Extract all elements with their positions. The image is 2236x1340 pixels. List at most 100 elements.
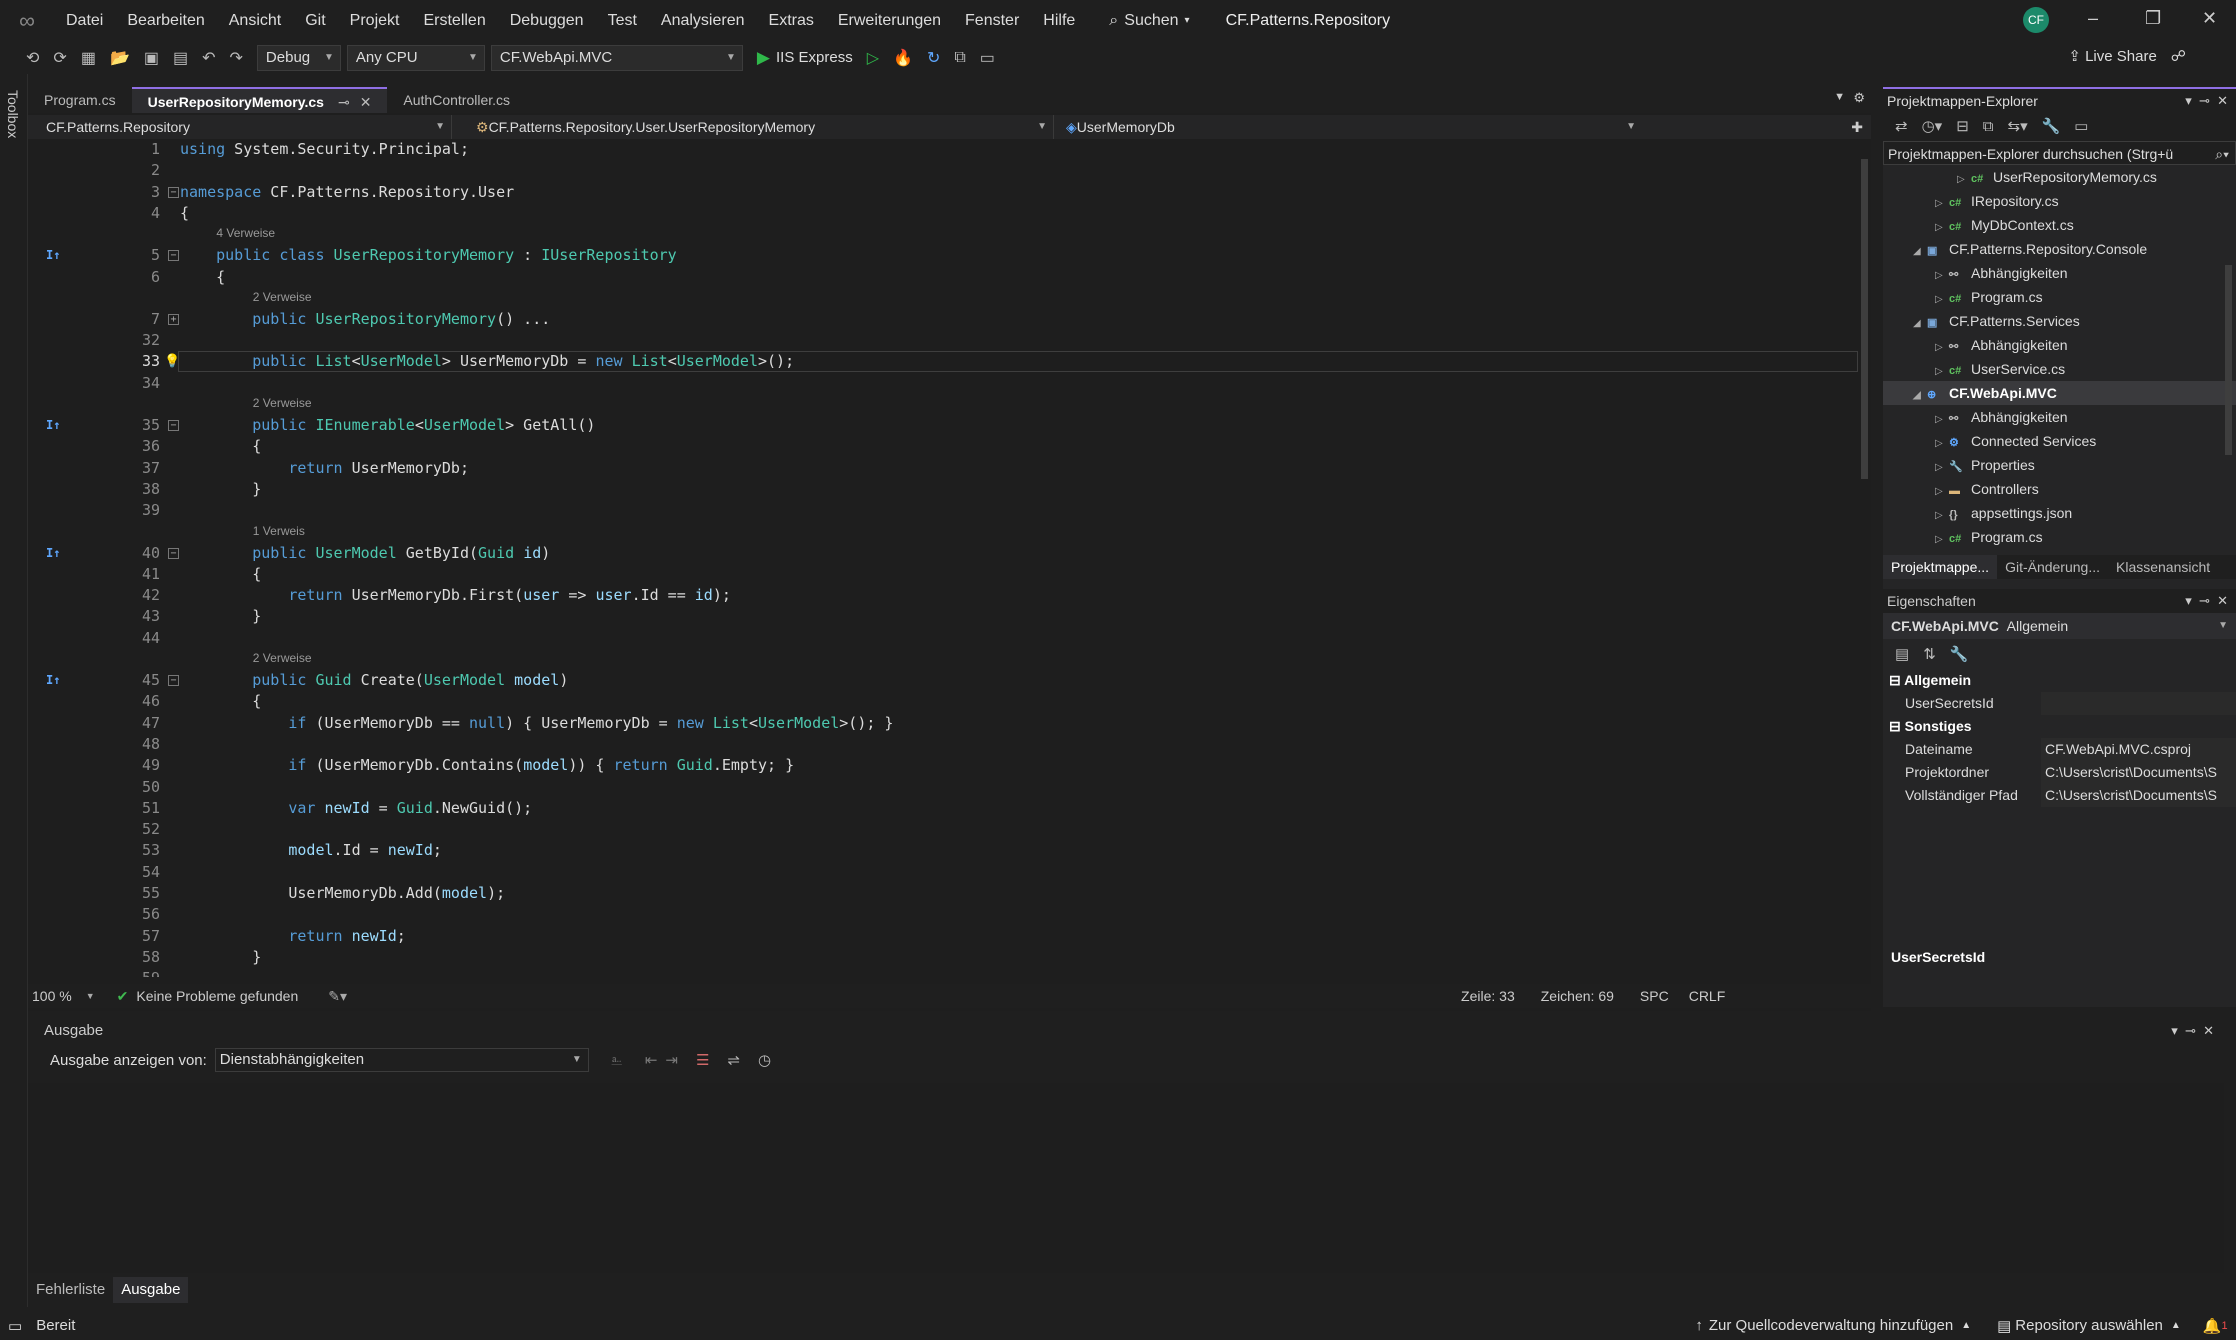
configuration-select[interactable]: Debug ▼ bbox=[256, 44, 341, 71]
code-line[interactable]: 54 bbox=[28, 862, 1858, 883]
clock-icon[interactable]: ◷ bbox=[758, 1051, 771, 1069]
clear-all-icon[interactable]: ☰ bbox=[696, 1051, 709, 1069]
fold-toggle-icon[interactable]: − bbox=[168, 547, 179, 559]
split-icon[interactable]: ✚ bbox=[1851, 119, 1863, 136]
notification-bell-icon[interactable]: 🔔 bbox=[2203, 1317, 2222, 1335]
fold-toggle-icon[interactable]: − bbox=[168, 675, 179, 686]
project-dropdown[interactable]: CF.Patterns.Repository ▼ bbox=[28, 115, 452, 139]
code-line[interactable]: 56 bbox=[28, 904, 1858, 925]
fold-toggle-icon[interactable]: − bbox=[168, 250, 179, 262]
code-line[interactable]: 51 var newId = Guid.NewGuid(); bbox=[28, 798, 1858, 819]
code-line[interactable]: 53 model.Id = newId; bbox=[28, 840, 1858, 861]
save-icon[interactable]: ▣ bbox=[144, 48, 159, 68]
sync-icon[interactable]: ⇆▾ bbox=[2008, 117, 2028, 135]
zoom-level[interactable]: 100 % bbox=[32, 988, 72, 1004]
code-line[interactable]: 58 } bbox=[28, 947, 1858, 968]
code-line[interactable]: 4{ bbox=[28, 203, 1858, 224]
collapse-all-icon[interactable]: ⊟ bbox=[1956, 117, 1969, 135]
back-icon[interactable]: ⟲ bbox=[26, 48, 39, 68]
tree-item[interactable]: ▷ c# Program.cs bbox=[1883, 285, 2236, 309]
property-row[interactable]: Dateiname CF.WebApi.MVC.csproj bbox=[1883, 738, 2236, 761]
menu-test[interactable]: Test bbox=[596, 0, 649, 41]
reference-count[interactable]: 2 Verweise bbox=[253, 651, 312, 665]
chevron-down-icon[interactable]: ▼ bbox=[86, 991, 95, 1001]
code-line[interactable]: 1 using System.Security.Principal; bbox=[28, 139, 1858, 160]
tree-item[interactable]: ◢ ▣ CF.Patterns.Services bbox=[1883, 309, 2236, 333]
code-line[interactable]: 34 bbox=[28, 373, 1858, 394]
code-line[interactable]: 32 bbox=[28, 330, 1858, 351]
code-line[interactable]: 43 } bbox=[28, 606, 1858, 627]
code-line[interactable]: 39 bbox=[28, 500, 1858, 521]
code-line[interactable]: 49 if (UserMemoryDb.Contains(model)) { r… bbox=[28, 755, 1858, 776]
tab-projektmappe[interactable]: Projektmappe... bbox=[1883, 555, 1998, 579]
pin-icon[interactable]: ⊸ bbox=[338, 94, 350, 110]
startup-project-select[interactable]: CF.WebApi.MVC ▼ bbox=[490, 44, 743, 71]
restore-icon[interactable]: ❐ bbox=[2145, 8, 2161, 29]
problems-status[interactable]: Keine Probleme gefunden bbox=[136, 988, 298, 1004]
category-sonstiges[interactable]: ⊟ Sonstiges bbox=[1883, 715, 2236, 738]
preview-icon[interactable]: ▭ bbox=[2074, 117, 2088, 135]
tree-item[interactable]: ▷ 🔧 Properties bbox=[1883, 453, 2236, 477]
platform-select[interactable]: Any CPU ▼ bbox=[346, 44, 485, 71]
properties-object-select[interactable]: CF.WebApi.MVC Allgemein ▼ bbox=[1883, 613, 2236, 639]
word-wrap-icon[interactable]: ⇌ bbox=[727, 1051, 740, 1069]
visual-studio-logo-icon[interactable]: ∞ bbox=[14, 8, 40, 34]
lightbulb-icon[interactable]: 💡 bbox=[164, 351, 180, 372]
code-line[interactable]: 35 I↑ − public IEnumerable<UserModel> GetA… bbox=[28, 415, 1858, 436]
tab-klassenansicht[interactable]: Klassenansicht bbox=[2108, 555, 2218, 579]
scrollbar-thumb[interactable] bbox=[1861, 159, 1868, 479]
code-line[interactable]: 36 { bbox=[28, 436, 1858, 457]
implements-icon[interactable]: I↑ bbox=[46, 543, 60, 564]
reference-count[interactable]: 1 Verweis bbox=[253, 524, 305, 538]
member-dropdown[interactable]: ◈UserMemoryDb ▼ bbox=[1054, 115, 1642, 139]
reference-count[interactable]: 2 Verweise bbox=[253, 290, 312, 304]
menu-extras[interactable]: Extras bbox=[757, 0, 826, 41]
reference-count[interactable]: 4 Verweise bbox=[216, 226, 275, 240]
code-line[interactable]: 47 if (UserMemoryDb == null) { UserMemor… bbox=[28, 713, 1858, 734]
show-all-files-icon[interactable]: ⧉ bbox=[1983, 118, 1994, 135]
menu-analysieren[interactable]: Analysieren bbox=[649, 0, 757, 41]
tree-item[interactable]: ▷ ▬ Controllers bbox=[1883, 477, 2236, 501]
code-line[interactable]: 2 bbox=[28, 160, 1858, 181]
code-line[interactable]: 45 I↑ − public Guid Create(UserModel model… bbox=[28, 670, 1858, 691]
tree-item[interactable]: ▷ c# UserService.cs bbox=[1883, 357, 2236, 381]
live-share-button[interactable]: ⇪ Live Share ☍ bbox=[2068, 47, 2186, 65]
avatar[interactable]: CF bbox=[2023, 7, 2049, 33]
type-dropdown[interactable]: ⚙CF.Patterns.Repository.User.UserReposit… bbox=[452, 115, 1054, 139]
tree-item[interactable]: ▷ c# MyDbContext.cs bbox=[1883, 213, 2236, 237]
menu-projekt[interactable]: Projekt bbox=[338, 0, 412, 41]
gear-icon[interactable]: ⚙ bbox=[1853, 90, 1865, 106]
close-icon[interactable]: ✕ bbox=[2202, 8, 2217, 29]
prev-message-icon[interactable]: ⇤ bbox=[645, 1051, 658, 1069]
code-line[interactable]: 38 } bbox=[28, 479, 1858, 500]
implements-icon[interactable]: I↑ bbox=[46, 245, 60, 266]
menu-fenster[interactable]: Fenster bbox=[953, 0, 1031, 41]
code-line[interactable]: 41 { bbox=[28, 564, 1858, 585]
property-row[interactable]: UserSecretsId bbox=[1883, 692, 2236, 715]
tab-authcontroller-cs[interactable]: AuthController.cs bbox=[387, 87, 526, 113]
hot-reload-icon[interactable]: 🔥 bbox=[893, 48, 913, 68]
menu-hilfe[interactable]: Hilfe bbox=[1031, 0, 1087, 41]
tree-item[interactable]: ◢ ▣ CF.Patterns.Repository.Console bbox=[1883, 237, 2236, 261]
code-line[interactable]: 3− namespace CF.Patterns.Repository.User bbox=[28, 182, 1858, 203]
select-repository-button[interactable]: Repository auswählen bbox=[2015, 1317, 2163, 1334]
code-line[interactable]: 5 I↑ − public class UserRepositoryMemory :… bbox=[28, 245, 1858, 266]
line-ending-status[interactable]: CRLF bbox=[1689, 988, 1726, 1004]
code-line[interactable]: 37 return UserMemoryDb; bbox=[28, 458, 1858, 479]
output-text-area[interactable] bbox=[28, 1083, 2224, 1273]
new-project-icon[interactable]: ▦ bbox=[81, 48, 96, 68]
code-line[interactable]: 59 bbox=[28, 968, 1858, 977]
close-tab-icon[interactable]: ✕ bbox=[360, 94, 372, 110]
browser-link-icon[interactable]: ⧉ bbox=[954, 49, 965, 67]
tree-item[interactable]: ▷ ⚯ Abhängigkeiten bbox=[1883, 405, 2236, 429]
open-folder-icon[interactable]: 📂 bbox=[110, 48, 130, 68]
switch-views-icon[interactable]: ⇄ bbox=[1895, 117, 1908, 135]
tab-program-cs[interactable]: Program.cs bbox=[28, 87, 132, 113]
tab-git-aenderungen[interactable]: Git-Änderung... bbox=[1997, 555, 2108, 579]
tree-item[interactable]: ▷ ⚯ Abhängigkeiten bbox=[1883, 261, 2236, 285]
find-message-icon[interactable]: ⎁ bbox=[611, 1052, 623, 1069]
layout-icon[interactable]: ▭ bbox=[980, 48, 995, 68]
tree-item[interactable]: ▷ c# Program.cs bbox=[1883, 525, 2236, 549]
undo-icon[interactable]: ↶ bbox=[202, 48, 215, 68]
output-source-select[interactable]: Dienstabhängigkeiten ▼ bbox=[214, 1048, 589, 1072]
